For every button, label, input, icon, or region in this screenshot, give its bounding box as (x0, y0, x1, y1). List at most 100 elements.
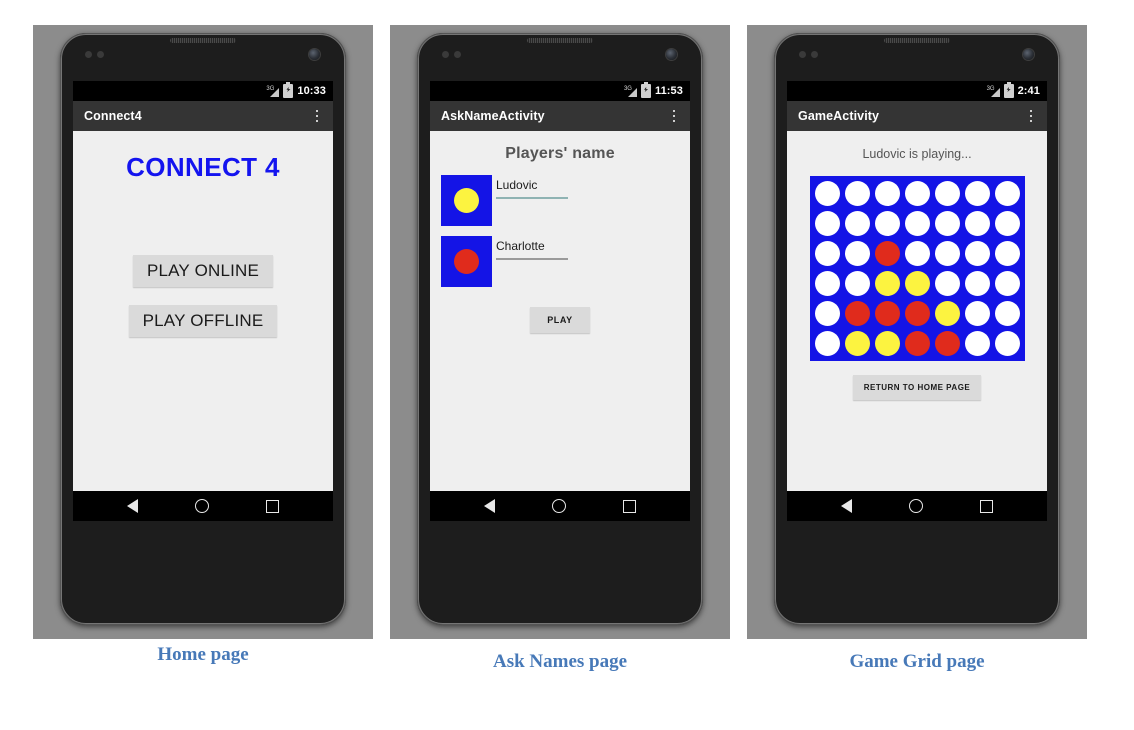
play-offline-button[interactable]: PLAY OFFLINE (128, 305, 278, 337)
front-camera-icon (1023, 49, 1034, 60)
player-two-name-field[interactable]: Charlotte (496, 236, 596, 260)
empty-disc (964, 241, 990, 266)
back-icon[interactable] (841, 499, 853, 513)
yellow-disc (934, 301, 960, 326)
status-bar: 3G 10:33 (73, 81, 333, 101)
overflow-menu-icon[interactable] (309, 105, 325, 127)
board-cell-r3-c3[interactable] (873, 239, 902, 268)
board-cell-r4-c6[interactable] (963, 269, 992, 298)
board-cell-r1-c4[interactable] (903, 179, 932, 208)
phone-photo-backdrop: 3G 11:53 AskNameActivity Players' name L… (390, 25, 730, 639)
board-cell-r5-c6[interactable] (963, 299, 992, 328)
red-disc (904, 331, 930, 356)
board-cell-r5-c1[interactable] (813, 299, 842, 328)
recents-icon[interactable] (979, 499, 993, 513)
board-cell-r4-c5[interactable] (933, 269, 962, 298)
board-cell-r3-c6[interactable] (963, 239, 992, 268)
board-cell-r4-c3[interactable] (873, 269, 902, 298)
board-cell-r4-c2[interactable] (843, 269, 872, 298)
play-button[interactable]: PLAY (530, 307, 590, 333)
board-cell-r2-c6[interactable] (963, 209, 992, 238)
board-cell-r1-c5[interactable] (933, 179, 962, 208)
status-bar-clock: 10:33 (297, 85, 326, 97)
back-icon[interactable] (484, 499, 496, 513)
connect4-board[interactable] (809, 176, 1025, 361)
player-one-name-field[interactable]: Ludovic (496, 175, 596, 199)
battery-icon (283, 82, 294, 98)
board-cell-r2-c4[interactable] (903, 209, 932, 238)
board-cell-r6-c5[interactable] (933, 329, 962, 358)
proximity-sensor-icon (85, 51, 92, 58)
board-cell-r1-c7[interactable] (993, 179, 1022, 208)
light-sensor-icon (97, 51, 104, 58)
status-bar: 3G 2:41 (787, 81, 1047, 101)
board-cell-r2-c3[interactable] (873, 209, 902, 238)
front-camera-icon (666, 49, 677, 60)
empty-disc (814, 271, 840, 296)
figure-game-grid-page: 3G 2:41 GameActivity Ludovic is playing.… (747, 25, 1087, 639)
board-cell-r6-c2[interactable] (843, 329, 872, 358)
phone-photo-backdrop: 3G 2:41 GameActivity Ludovic is playing.… (747, 25, 1087, 639)
board-cell-r5-c4[interactable] (903, 299, 932, 328)
board-cell-r5-c5[interactable] (933, 299, 962, 328)
board-cell-r1-c1[interactable] (813, 179, 842, 208)
yellow-token-icon (454, 188, 479, 213)
phone-device: 3G 2:41 GameActivity Ludovic is playing.… (774, 33, 1060, 625)
board-cell-r5-c2[interactable] (843, 299, 872, 328)
board-cell-r2-c2[interactable] (843, 209, 872, 238)
player-one-input-underline (496, 197, 568, 199)
board-cell-r4-c1[interactable] (813, 269, 842, 298)
player-row: Ludovic (430, 175, 690, 226)
empty-disc (964, 271, 990, 296)
play-online-button[interactable]: PLAY ONLINE (132, 255, 274, 287)
overflow-menu-icon[interactable] (1023, 105, 1039, 127)
board-cell-r5-c7[interactable] (993, 299, 1022, 328)
player-two-name-value: Charlotte (496, 239, 545, 253)
board-cell-r6-c4[interactable] (903, 329, 932, 358)
earpiece-speaker-icon (527, 38, 593, 43)
home-icon[interactable] (908, 499, 923, 513)
board-cell-r1-c3[interactable] (873, 179, 902, 208)
empty-disc (964, 211, 990, 236)
phone-photo-backdrop: 3G 10:33 Connect4 CONNECT 4 PLAY ONLINE … (33, 25, 373, 639)
empty-disc (934, 271, 960, 296)
board-cell-r4-c4[interactable] (903, 269, 932, 298)
board-cell-r3-c5[interactable] (933, 239, 962, 268)
board-cell-r6-c1[interactable] (813, 329, 842, 358)
return-to-home-page-button[interactable]: RETURN TO HOME PAGE (852, 375, 982, 400)
board-cell-r2-c5[interactable] (933, 209, 962, 238)
board-cell-r6-c6[interactable] (963, 329, 992, 358)
figure-home-page: 3G 10:33 Connect4 CONNECT 4 PLAY ONLINE … (33, 25, 373, 639)
board-cell-r3-c7[interactable] (993, 239, 1022, 268)
board-cell-r2-c7[interactable] (993, 209, 1022, 238)
board-cell-r3-c2[interactable] (843, 239, 872, 268)
empty-disc (964, 181, 990, 206)
player-two-input-underline (496, 258, 568, 260)
home-button-group: PLAY ONLINE PLAY OFFLINE (73, 255, 333, 337)
recents-icon[interactable] (622, 499, 636, 513)
board-cell-r1-c2[interactable] (843, 179, 872, 208)
poster-canvas: 3G 10:33 Connect4 CONNECT 4 PLAY ONLINE … (0, 0, 1134, 730)
board-cell-r2-c1[interactable] (813, 209, 842, 238)
game-screen-content: Ludovic is playing... RETURN TO HOME PAG… (787, 131, 1047, 491)
empty-disc (964, 301, 990, 326)
status-bar-clock: 2:41 (1017, 85, 1040, 97)
back-icon[interactable] (127, 499, 139, 513)
red-disc (874, 241, 900, 266)
action-bar-title: AskNameActivity (441, 109, 545, 123)
overflow-menu-icon[interactable] (666, 105, 682, 127)
board-cell-r3-c1[interactable] (813, 239, 842, 268)
board-cell-r6-c3[interactable] (873, 329, 902, 358)
home-icon[interactable] (551, 499, 566, 513)
board-cell-r4-c7[interactable] (993, 269, 1022, 298)
player-row: Charlotte (430, 236, 690, 287)
board-cell-r6-c7[interactable] (993, 329, 1022, 358)
board-cell-r3-c4[interactable] (903, 239, 932, 268)
recents-icon[interactable] (265, 499, 279, 513)
board-cell-r5-c3[interactable] (873, 299, 902, 328)
home-icon[interactable] (194, 499, 209, 513)
action-bar: Connect4 (73, 101, 333, 131)
empty-disc (814, 211, 840, 236)
phone-screen: 3G 2:41 GameActivity Ludovic is playing.… (787, 81, 1047, 521)
board-cell-r1-c6[interactable] (963, 179, 992, 208)
